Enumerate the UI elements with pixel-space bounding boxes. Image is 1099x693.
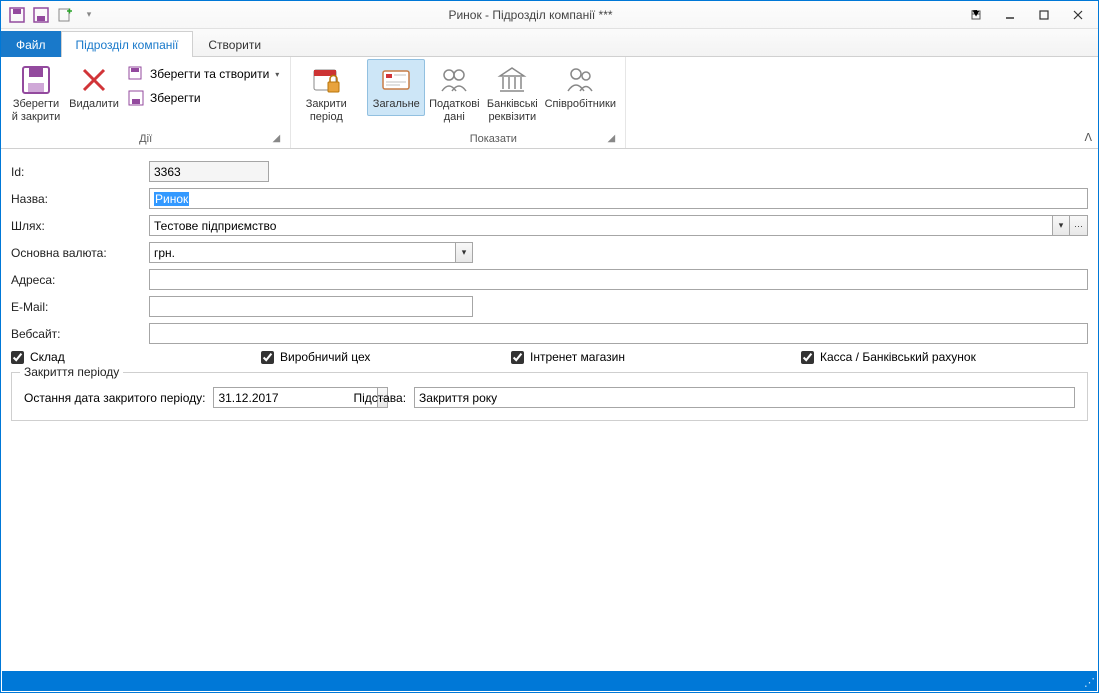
check-eshop[interactable]: Інтренет магазин <box>511 350 801 364</box>
quick-access-toolbar: ▾ <box>7 5 99 25</box>
save-and-create-button[interactable]: Зберегти та створити ▾ <box>123 63 284 85</box>
tab-file[interactable]: Файл <box>1 31 61 57</box>
bank-icon <box>496 64 528 96</box>
tab-division[interactable]: Підрозділ компанії <box>61 31 194 57</box>
check-workshop[interactable]: Виробничий цех <box>261 350 511 364</box>
dialog-launcher-icon[interactable]: ◢ <box>605 133 617 145</box>
employees-icon <box>564 64 596 96</box>
show-general-label: Загальне <box>373 98 420 111</box>
path-field[interactable] <box>149 215 1052 236</box>
period-fieldset: Закриття періоду Остання дата закритого … <box>11 372 1088 421</box>
card-icon <box>380 64 412 96</box>
path-browse-icon[interactable]: ··· <box>1070 215 1088 236</box>
qat-save-icon[interactable] <box>31 5 51 25</box>
email-label: E-Mail: <box>11 300 149 314</box>
delete-button[interactable]: Видалити <box>65 59 123 116</box>
address-label: Адреса: <box>11 273 149 287</box>
address-field[interactable] <box>149 269 1088 290</box>
show-employees-button[interactable]: Співробітники <box>541 59 619 116</box>
reason-label: Підстава: <box>353 391 406 405</box>
window-controls: ⯆ <box>962 5 1092 25</box>
show-bank-label: Банківські реквізити <box>486 98 538 124</box>
calendar-lock-icon <box>310 64 342 96</box>
path-dropdown-icon[interactable]: ▾ <box>1052 215 1070 236</box>
save-create-icon <box>128 66 144 82</box>
show-employees-label: Співробітники <box>545 98 616 111</box>
ribbon: Зберегти й закрити Видалити Зберегти та … <box>1 57 1098 149</box>
name-field[interactable]: Ринок <box>149 188 1088 209</box>
path-label: Шлях: <box>11 219 149 233</box>
qat-save-close-icon[interactable] <box>7 5 27 25</box>
show-tax-label: Податкові дані <box>428 98 480 124</box>
save-label: Зберегти <box>150 91 201 105</box>
save-close-button[interactable]: Зберегти й закрити <box>7 59 65 129</box>
check-warehouse[interactable]: Склад <box>11 350 261 364</box>
show-tax-button[interactable]: Податкові дані <box>425 59 483 129</box>
ribbon-group-show: Загальне Податкові дані Банківські рекві… <box>361 57 626 148</box>
save-button[interactable]: Зберегти <box>123 87 284 109</box>
ribbon-group-close-period: Закрити період <box>291 57 361 148</box>
show-bank-button[interactable]: Банківські реквізити <box>483 59 541 129</box>
save-close-label: Зберегти й закрити <box>10 98 62 124</box>
website-field[interactable] <box>149 323 1088 344</box>
last-date-label: Остання дата закритого періоду: <box>24 391 205 405</box>
qat-save-new-icon[interactable] <box>55 5 75 25</box>
resize-grip-icon[interactable]: ⋰ <box>1084 676 1095 689</box>
id-label: Id: <box>11 165 149 179</box>
ribbon-group-actions: Зберегти й закрити Видалити Зберегти та … <box>1 57 291 148</box>
group-label-show: Показати ◢ <box>367 131 619 148</box>
currency-field[interactable] <box>149 242 455 263</box>
ribbon-tabs: Файл Підрозділ компанії Створити <box>1 29 1098 57</box>
close-period-button[interactable]: Закрити період <box>297 59 355 129</box>
delete-label: Видалити <box>69 98 119 111</box>
save-create-label: Зберегти та створити <box>150 67 269 81</box>
maximize-button[interactable] <box>1030 5 1058 25</box>
statusbar: ⋰ <box>2 671 1097 691</box>
close-button[interactable] <box>1064 5 1092 25</box>
name-label: Назва: <box>11 192 149 206</box>
minimize-button[interactable] <box>996 5 1024 25</box>
chevron-down-icon: ▾ <box>275 70 279 79</box>
period-legend: Закриття періоду <box>20 365 123 379</box>
titlebar: ▾ Ринок - Підрозділ компанії *** ⯆ <box>1 1 1098 29</box>
check-cash[interactable]: Касса / Банківський рахунок <box>801 350 976 364</box>
form-area: Id: Назва: Ринок Шлях: ▾ ··· Основна вал… <box>1 149 1098 421</box>
reason-field[interactable] <box>414 387 1075 408</box>
ribbon-collapse-icon[interactable]: ᐱ <box>1084 131 1092 144</box>
currency-label: Основна валюта: <box>11 246 149 260</box>
email-field[interactable] <box>149 296 473 317</box>
people-icon <box>438 64 470 96</box>
dialog-launcher-icon[interactable]: ◢ <box>270 133 282 145</box>
currency-dropdown-icon[interactable]: ▾ <box>455 242 473 263</box>
group-label-actions: Дії ◢ <box>7 131 284 148</box>
qat-customize-icon[interactable]: ▾ <box>79 5 99 25</box>
delete-icon <box>78 64 110 96</box>
close-period-label: Закрити період <box>300 98 352 124</box>
tab-create[interactable]: Створити <box>193 31 276 57</box>
id-field <box>149 161 269 182</box>
save-icon <box>128 90 144 106</box>
show-general-button[interactable]: Загальне <box>367 59 425 116</box>
website-label: Вебсайт: <box>11 327 149 341</box>
window-title: Ринок - Підрозділ компанії *** <box>99 8 962 22</box>
restore-down-icon[interactable]: ⯆ <box>962 5 990 25</box>
save-close-icon <box>20 64 52 96</box>
